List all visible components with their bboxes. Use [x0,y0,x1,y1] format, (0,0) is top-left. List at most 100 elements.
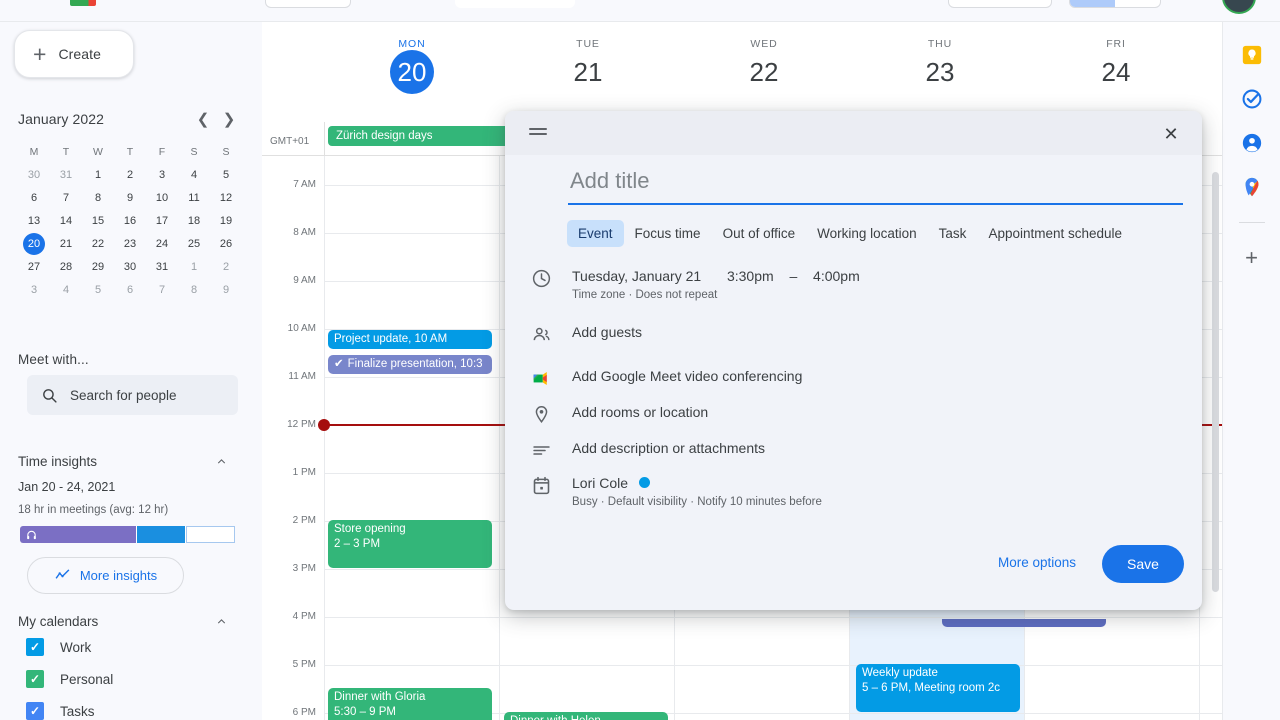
mini-calendar-grid[interactable]: M T W T F S S 30 31 1 2 3 4 5 6 7 8 9 10 11 12 13 14 15 16 17 18 19… [18,140,242,301]
event-type-tab-working-location[interactable]: Working location [806,220,928,247]
mini-cal-day[interactable]: 9 [114,186,146,209]
checkbox-checked-icon[interactable]: ✓ [26,638,44,656]
event-calendar-owner[interactable]: Lori Cole [572,475,628,491]
day-header-date[interactable]: 20 [324,50,500,94]
day-header-tue[interactable]: TUE 21 [500,38,676,91]
mini-cal-day[interactable]: 25 [178,232,210,255]
mini-cal-day[interactable]: 12 [210,186,242,209]
calendar-toggle-work[interactable]: ✓ Work [26,636,226,658]
event-type-tabs[interactable]: Event Focus time Out of office Working loca… [567,218,1187,248]
mini-cal-day[interactable]: 29 [82,255,114,278]
mini-cal-day[interactable]: 18 [178,209,210,232]
close-icon[interactable]: ✕ [1158,121,1184,147]
avatar[interactable] [1222,0,1256,14]
mini-cal-day[interactable]: 1 [82,163,114,186]
mini-cal-day[interactable]: 6 [114,278,146,301]
mini-cal-day[interactable]: 6 [18,186,50,209]
add-description-row[interactable]: Add description or attachments [529,438,765,461]
save-button[interactable]: Save [1102,545,1184,583]
mini-cal-day[interactable]: 3 [18,278,50,301]
mini-cal-day[interactable]: 1 [178,255,210,278]
day-header-date[interactable]: 23 [852,53,1028,91]
drag-handle-icon[interactable] [529,128,547,138]
mini-cal-day[interactable]: 23 [114,232,146,255]
calendar-toggle-personal[interactable]: ✓ Personal [26,668,226,690]
day-header-date[interactable]: 21 [500,53,676,91]
search-for-people-input[interactable]: Search for people [27,375,238,415]
mini-cal-day[interactable]: 9 [210,278,242,301]
date-nav-arrows[interactable] [455,0,575,8]
mini-cal-day[interactable]: 8 [178,278,210,301]
mini-cal-day[interactable]: 4 [50,278,82,301]
event-timezone-repeat[interactable]: Time zone · Does not repeat [572,287,860,304]
calendar-scrollbar[interactable] [1212,172,1219,592]
add-meet-label[interactable]: Add Google Meet video conferencing [572,366,802,386]
calendar-event[interactable]: Dinner with Helen6 – 9 PM [504,712,668,720]
add-guests-row[interactable]: Add guests [529,322,642,345]
event-type-tab-appointment-schedule[interactable]: Appointment schedule [977,220,1133,247]
chevron-right-icon[interactable]: ❯ [216,106,242,132]
checkbox-checked-icon[interactable]: ✓ [26,670,44,688]
event-start-time[interactable]: 3:30pm [727,268,774,284]
mini-cal-day[interactable]: 27 [18,255,50,278]
event-title-input[interactable] [568,163,1183,205]
day-header-date[interactable]: 22 [676,53,852,91]
mini-cal-day[interactable]: 22 [82,232,114,255]
day-header-date[interactable]: 24 [1028,53,1204,91]
event-color-dot[interactable] [638,477,650,488]
day-header-fri[interactable]: FRI 24 [1028,38,1204,91]
mini-cal-day[interactable]: 2 [210,255,242,278]
day-header-wed[interactable]: WED 22 [676,38,852,91]
chevron-left-icon[interactable]: ❮ [190,106,216,132]
more-insights-button[interactable]: More insights [27,557,184,594]
more-options-button[interactable]: More options [998,555,1076,570]
mini-cal-day[interactable]: 13 [18,209,50,232]
mini-cal-day[interactable]: 16 [114,209,146,232]
chevron-up-icon[interactable] [215,615,228,628]
mini-cal-day[interactable]: 24 [146,232,178,255]
my-calendars-header[interactable]: My calendars [18,610,228,632]
calendar-event[interactable]: Dinner with Gloria5:30 – 9 PMCentral [328,688,492,720]
event-type-tab-out-of-office[interactable]: Out of office [712,220,807,247]
day-header-thu[interactable]: THU 23 [852,38,1028,91]
mini-cal-day[interactable]: 2 [114,163,146,186]
today-button[interactable] [265,0,351,8]
mini-cal-day[interactable]: 8 [82,186,114,209]
google-contacts-icon[interactable] [1241,132,1263,154]
event-end-time[interactable]: 4:00pm [813,268,860,284]
mini-cal-day[interactable]: 31 [50,163,82,186]
time-insights-header[interactable]: Time insights [18,450,228,472]
mini-cal-day[interactable]: 26 [210,232,242,255]
add-meet-row[interactable]: Add Google Meet video conferencing [529,366,802,389]
mini-cal-day[interactable]: 5 [82,278,114,301]
mini-cal-day[interactable]: 17 [146,209,178,232]
add-description-label[interactable]: Add description or attachments [572,438,765,458]
mini-cal-day[interactable]: 30 [18,163,50,186]
google-maps-icon[interactable] [1241,176,1263,198]
mini-cal-day[interactable]: 3 [146,163,178,186]
mini-cal-day[interactable]: 5 [210,163,242,186]
chevron-up-icon[interactable] [215,455,228,468]
add-location-label[interactable]: Add rooms or location [572,402,708,422]
mini-cal-day[interactable]: 20 [18,232,50,255]
add-addon-button[interactable]: + [1245,247,1258,269]
calendar-toggle-tasks[interactable]: ✓ Tasks [26,700,226,720]
google-keep-icon[interactable] [1241,44,1263,66]
mini-cal-day[interactable]: 14 [50,209,82,232]
mini-cal-day[interactable]: 11 [178,186,210,209]
calendar-event[interactable]: Project update, 10 AM [328,330,492,349]
event-when-row[interactable]: Tuesday, January 21 3:30pm – 4:00pm Time… [529,266,860,304]
view-toggle[interactable] [1069,0,1161,8]
mini-cal-day[interactable]: 4 [178,163,210,186]
mini-cal-day[interactable]: 30 [114,255,146,278]
apps-grid-icon[interactable] [1190,0,1200,4]
mini-cal-day[interactable]: 28 [50,255,82,278]
event-type-tab-event[interactable]: Event [567,219,624,247]
add-guests-label[interactable]: Add guests [572,322,642,342]
mini-cal-day[interactable]: 19 [210,209,242,232]
calendar-event[interactable]: ✔ Finalize presentation, 10:3 [328,355,492,374]
event-calendar-row[interactable]: Lori Cole Busy · Default visibility · No… [529,473,822,511]
mini-cal-day[interactable]: 10 [146,186,178,209]
create-button[interactable]: + Create [14,30,134,78]
calendar-event[interactable]: Weekly update 5 – 6 PM, Meeting room 2c [856,664,1020,712]
